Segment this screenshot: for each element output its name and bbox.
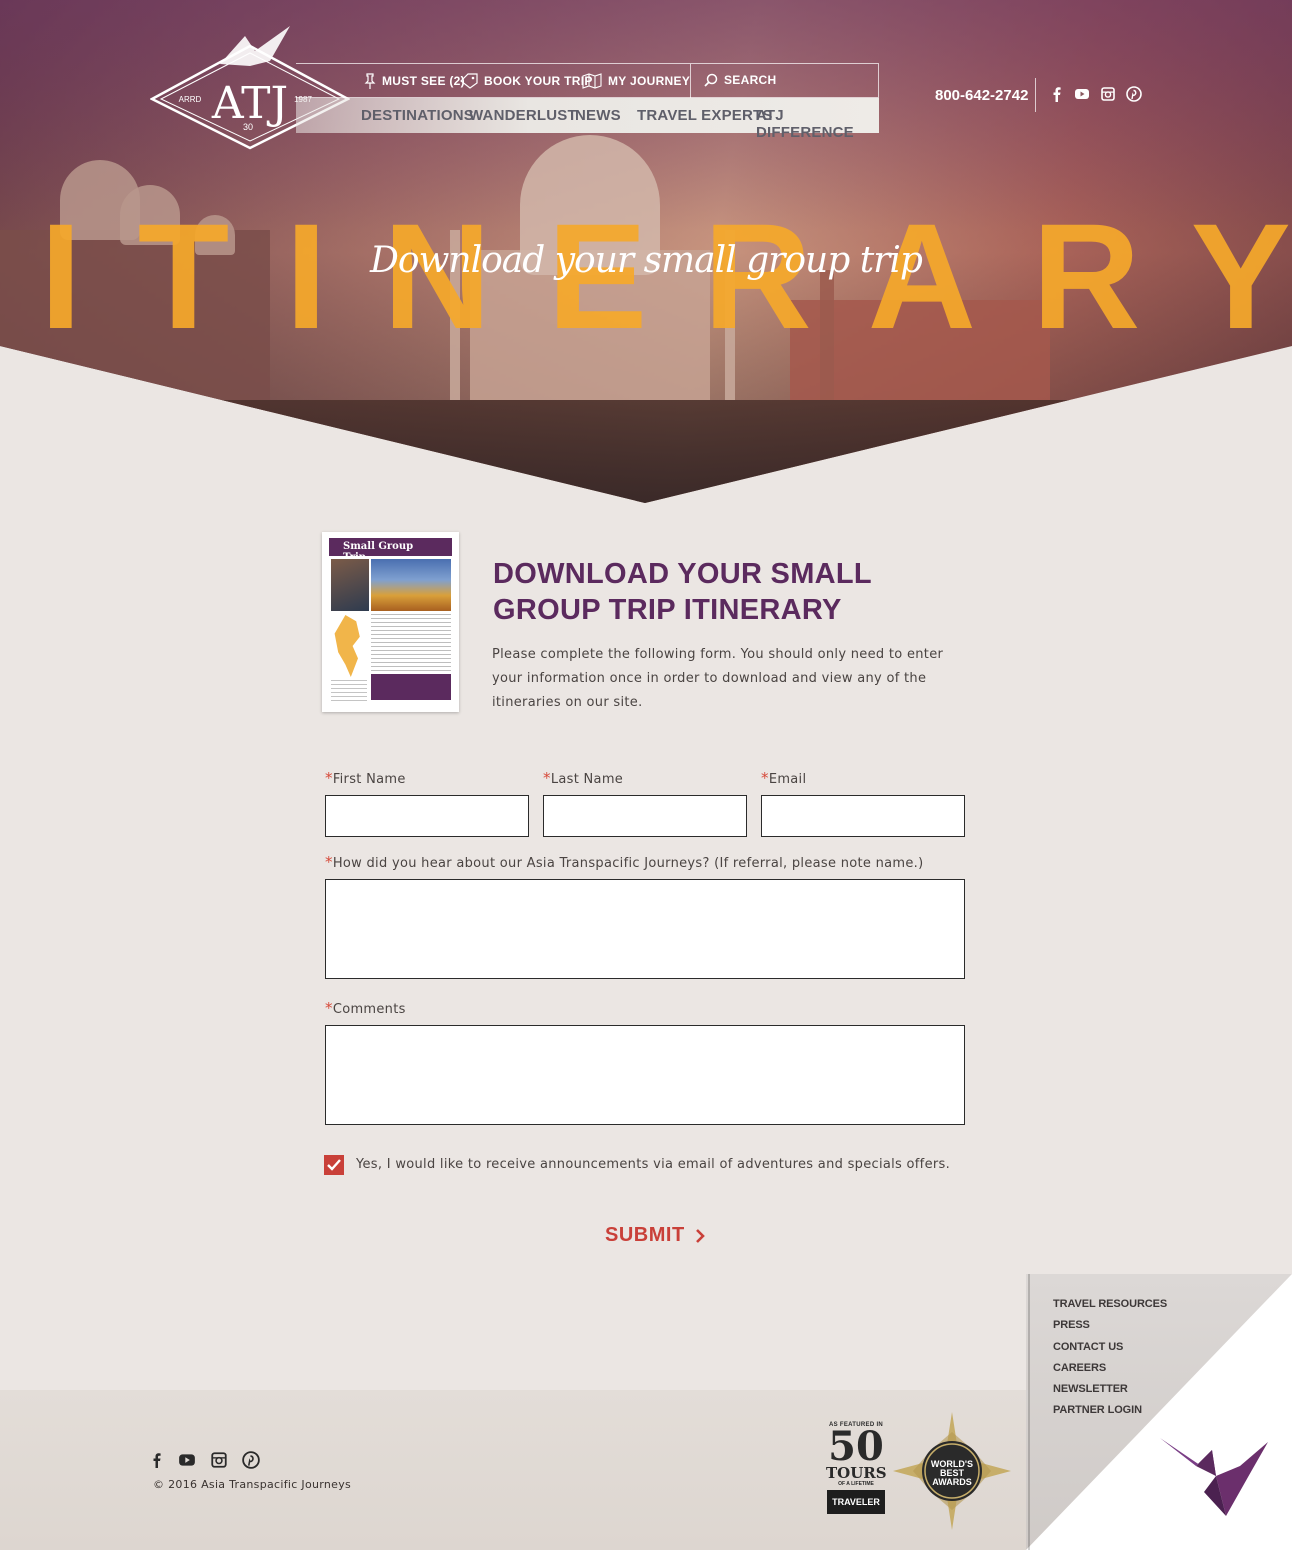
tag-icon [460,73,478,89]
search-icon [704,73,718,87]
intro-text: Please complete the following form. You … [492,647,944,710]
worlds-best-awards-badge: WORLD'S BEST AWARDS [893,1412,1011,1530]
comments-textarea[interactable] [325,1025,965,1125]
hero-water [0,400,1292,503]
nav-news[interactable]: NEWS [575,107,621,124]
page-heading: DOWNLOAD YOUR SMALL GROUP TRIP ITINERARY [493,558,872,626]
footer-link-contact-us[interactable]: CONTACT US [1053,1341,1167,1362]
footer-social-links [150,1451,260,1469]
instagram-icon[interactable] [210,1451,228,1469]
newsletter-optin-checkbox[interactable] [324,1155,344,1175]
main-navigation: MUST SEE (2) BOOK YOUR TRIP MY JOURNEY S… [296,63,879,141]
pinterest-icon[interactable] [242,1451,260,1469]
pin-icon [364,73,376,89]
referral-textarea[interactable] [325,879,965,979]
svg-text:ARRD: ARRD [179,95,202,104]
svg-text:30: 30 [243,122,253,132]
required-mark: * [325,769,333,787]
search-button[interactable]: SEARCH [704,73,776,87]
first-name-input[interactable] [325,795,529,837]
crane-icon [1160,1438,1268,1516]
last-name-label: *Last Name [543,769,624,787]
nav-travel-experts[interactable]: TRAVEL EXPERTS [637,107,773,124]
required-mark: * [325,999,333,1017]
last-name-input[interactable] [543,795,747,837]
checkmark-icon [327,1159,341,1171]
map-icon [582,73,602,89]
brochure-text-block-2 [331,680,367,702]
email-label: *Email [761,769,807,787]
footer-link-travel-resources[interactable]: TRAVEL RESOURCES [1053,1298,1167,1319]
referral-label: *How did you hear about our Asia Transpa… [325,853,924,871]
hero-subtitle: Download your small group trip [370,240,923,281]
instagram-icon[interactable] [1100,86,1116,102]
itinerary-brochure-thumbnail: Small Group Trip [322,532,459,712]
pinterest-icon[interactable] [1126,86,1142,102]
facebook-icon[interactable] [150,1451,164,1469]
newsletter-optin-label[interactable]: Yes, I would like to receive announcemen… [356,1157,950,1172]
crane-icon [220,26,290,66]
phone-number[interactable]: 800-642-2742 [935,87,1028,104]
first-name-label: *First Name [325,769,406,787]
footer-link-newsletter[interactable]: NEWSLETTER [1053,1383,1167,1404]
footer-page-curl-edge [1028,1274,1030,1550]
brochure-map [334,615,360,677]
required-mark: * [325,853,333,871]
email-input[interactable] [761,795,965,837]
svg-text:AWARDS: AWARDS [932,1477,972,1487]
chevron-right-icon [695,1228,705,1243]
utility-nav: MUST SEE (2) BOOK YOUR TRIP MY JOURNEY S… [296,63,879,99]
nav-destinations[interactable]: DESTINATIONS [361,107,474,124]
copyright: © 2016 Asia Transpacific Journeys [153,1478,352,1491]
footer-link-partner-login[interactable]: PARTNER LOGIN [1053,1404,1167,1425]
header-divider [1035,78,1036,112]
brochure-photo-portrait [331,559,369,611]
nav-divider [690,64,691,99]
comments-label: *Comments [325,999,406,1017]
brochure-photo-pagoda [371,559,451,611]
award-50-tours-badge: AS FEATURED IN 50 TOURS OF A LIFETIME TR… [826,1422,887,1522]
nav-wanderlust[interactable]: WANDERLUST [469,107,577,124]
nav-my-journey[interactable]: MY JOURNEY [582,73,690,89]
nav-must-see[interactable]: MUST SEE (2) [364,73,465,89]
submit-button[interactable]: SUBMIT [605,1224,705,1247]
youtube-icon[interactable] [1074,86,1090,102]
youtube-icon[interactable] [178,1451,196,1469]
primary-nav: DESTINATIONS WANDERLUST NEWS TRAVEL EXPE… [296,98,879,141]
nav-atj-difference[interactable]: ATJ DIFFERENCE [756,107,879,141]
required-mark: * [543,769,551,787]
facebook-icon[interactable] [1050,86,1064,102]
brochure-callout [371,674,451,700]
header-social-links [1050,86,1142,102]
brochure-text-block [371,614,451,672]
brochure-title: Small Group Trip [329,538,452,563]
footer-link-press[interactable]: PRESS [1053,1319,1167,1340]
nav-book-your-trip[interactable]: BOOK YOUR TRIP [460,73,593,89]
required-mark: * [761,769,769,787]
footer-links: TRAVEL RESOURCES PRESS CONTACT US CAREER… [1053,1298,1167,1426]
footer-link-careers[interactable]: CAREERS [1053,1362,1167,1383]
